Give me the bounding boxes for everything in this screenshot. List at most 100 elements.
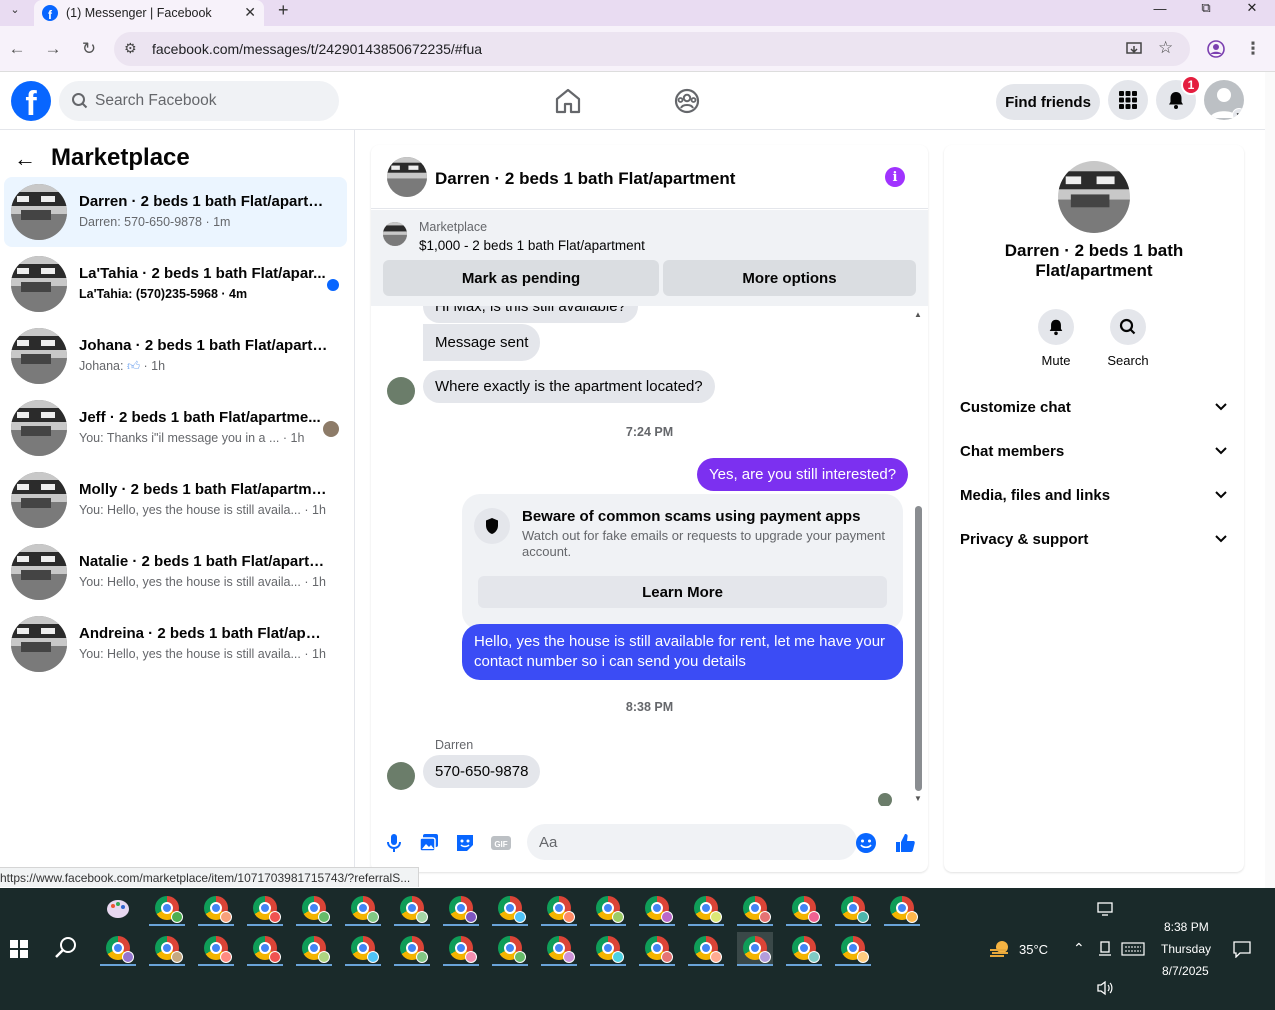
chrome-profile-icon[interactable] — [443, 932, 479, 966]
site-settings-icon[interactable]: ⚙ — [124, 40, 137, 57]
sticker-icon[interactable] — [454, 832, 476, 854]
facebook-logo-icon[interactable]: f — [11, 81, 51, 121]
learn-more-button[interactable]: Learn More — [478, 576, 887, 608]
emoji-icon[interactable] — [855, 832, 877, 854]
back-icon[interactable]: ← — [6, 38, 28, 60]
message-scrollbar[interactable]: ▲ ▼ — [912, 306, 924, 806]
bookmark-star-icon[interactable]: ☆ — [1158, 38, 1173, 58]
customize-chat-section[interactable]: Customize chat — [952, 389, 1236, 425]
conversation-title[interactable]: Darren · 2 beds 1 bath Flat/apartment — [435, 169, 735, 189]
chat-item[interactable]: Molly · 2 beds 1 bath Flat/apartment You… — [4, 465, 347, 535]
menu-grid-button[interactable] — [1108, 80, 1148, 120]
chrome-profile-icon[interactable] — [296, 932, 332, 966]
minimize-icon[interactable]: — — [1140, 0, 1180, 16]
privacy-support-section[interactable]: Privacy & support — [952, 521, 1236, 557]
chrome-profile-icon[interactable] — [345, 932, 381, 966]
listing-title[interactable]: $1,000 - 2 beds 1 bath Flat/apartment — [419, 238, 645, 253]
close-tab-icon[interactable]: ✕ — [244, 4, 256, 21]
clock-day[interactable]: Thursday — [1161, 942, 1211, 956]
tab-search-chevron-icon[interactable]: ⌄ — [4, 0, 26, 18]
chrome-profile-icon[interactable] — [688, 892, 724, 926]
chrome-profile-icon[interactable] — [443, 892, 479, 926]
clock-time[interactable]: 8:38 PM — [1164, 920, 1209, 934]
chat-item[interactable]: Johana · 2 beds 1 bath Flat/apartm... Jo… — [4, 321, 347, 391]
facebook-search[interactable] — [59, 81, 339, 121]
chrome-profile-icon[interactable] — [639, 932, 675, 966]
keyboard-icon[interactable] — [1121, 942, 1145, 956]
back-arrow-icon[interactable]: ← — [14, 146, 36, 172]
chrome-profile-icon[interactable] — [688, 932, 724, 966]
chrome-profile-icon[interactable] — [247, 892, 283, 926]
chrome-profile-icon[interactable] — [394, 892, 430, 926]
weather-haze-icon[interactable] — [988, 939, 1012, 959]
chrome-profile-icon[interactable] — [884, 892, 920, 926]
photo-icon[interactable] — [418, 832, 440, 854]
weather-temperature[interactable]: 35°C — [1019, 942, 1048, 957]
chrome-profile-icon[interactable] — [639, 892, 675, 926]
chat-item[interactable]: Andreina · 2 beds 1 bath Flat/apart... Y… — [4, 609, 347, 679]
touch-keyboard-icon[interactable] — [1098, 941, 1112, 957]
mark-as-pending-button[interactable]: Mark as pending — [383, 260, 659, 296]
search-icon[interactable] — [54, 936, 78, 960]
thumbs-up-icon[interactable] — [894, 832, 916, 854]
chrome-profile-icon[interactable] — [835, 932, 871, 966]
media-files-links-section[interactable]: Media, files and links — [952, 477, 1236, 513]
chat-item[interactable]: Darren · 2 beds 1 bath Flat/apartm... Da… — [4, 177, 347, 247]
volume-icon[interactable] — [1096, 980, 1114, 996]
chat-members-section[interactable]: Chat members — [952, 433, 1236, 469]
chrome-profile-icon[interactable] — [492, 892, 528, 926]
reload-icon[interactable]: ↻ — [78, 38, 100, 60]
message-input[interactable] — [527, 824, 857, 860]
chrome-profile-icon[interactable] — [296, 892, 332, 926]
close-window-icon[interactable]: ✕ — [1232, 0, 1272, 16]
chrome-profile-icon[interactable] — [394, 932, 430, 966]
microphone-icon[interactable] — [383, 832, 405, 854]
conversation-thumbnail[interactable] — [387, 157, 427, 197]
scroll-down-icon[interactable]: ▼ — [914, 794, 922, 803]
chrome-profile-icon[interactable] — [737, 892, 773, 926]
gif-icon[interactable]: GIF — [490, 832, 512, 854]
page-scrollbar[interactable] — [1265, 72, 1275, 888]
find-friends-button[interactable]: Find friends — [996, 84, 1100, 120]
url-text[interactable]: facebook.com/messages/t/2429014385067223… — [152, 41, 482, 57]
chrome-profile-icon[interactable] — [100, 932, 136, 966]
chrome-profile-icon[interactable] — [541, 892, 577, 926]
browser-tab[interactable]: f (1) Messenger | Facebook ✕ — [34, 0, 264, 26]
chevron-up-icon[interactable]: ⌃ — [1073, 940, 1085, 957]
forward-icon[interactable]: → — [42, 38, 64, 60]
account-avatar[interactable]: ▼ — [1204, 80, 1244, 120]
search-input[interactable] — [95, 81, 325, 121]
chrome-profile-icon[interactable] — [786, 892, 822, 926]
chrome-profile-icon[interactable] — [590, 892, 626, 926]
chrome-profile-icon[interactable] — [198, 932, 234, 966]
chrome-profile-icon[interactable] — [149, 932, 185, 966]
paint-app-icon[interactable] — [100, 892, 136, 926]
url-field[interactable]: ⚙ facebook.com/messages/t/24290143850672… — [114, 32, 1190, 66]
home-icon[interactable] — [553, 86, 583, 116]
listing-thumbnail[interactable] — [383, 222, 407, 246]
info-icon[interactable]: i — [885, 167, 905, 187]
chrome-profile-icon[interactable] — [541, 932, 577, 966]
chat-item[interactable]: Natalie · 2 beds 1 bath Flat/apartm... Y… — [4, 537, 347, 607]
notification-center-icon[interactable] — [1233, 940, 1251, 958]
clock-date[interactable]: 8/7/2025 — [1162, 964, 1209, 978]
chat-item[interactable]: Jeff · 2 beds 1 bath Flat/apartme... You… — [4, 393, 347, 463]
chrome-profile-icon[interactable] — [247, 932, 283, 966]
groups-icon[interactable] — [672, 86, 702, 116]
install-app-icon[interactable] — [1126, 41, 1142, 57]
profile-icon[interactable] — [1207, 40, 1225, 58]
chrome-profile-icon[interactable] — [149, 892, 185, 926]
chat-item[interactable]: La'Tahia · 2 beds 1 bath Flat/apar... La… — [4, 249, 347, 319]
chrome-profile-icon[interactable] — [786, 932, 822, 966]
chrome-profile-icon[interactable] — [590, 932, 626, 966]
new-tab-icon[interactable]: + — [278, 0, 289, 21]
windows-start-icon[interactable] — [10, 940, 28, 958]
chrome-profile-icon-active[interactable] — [737, 932, 773, 966]
more-options-button[interactable]: More options — [663, 260, 916, 296]
chrome-profile-icon[interactable] — [492, 932, 528, 966]
scroll-up-icon[interactable]: ▲ — [914, 310, 922, 319]
chrome-profile-icon[interactable] — [198, 892, 234, 926]
scroll-thumb[interactable] — [915, 506, 922, 791]
restore-icon[interactable]: ⧉ — [1186, 0, 1226, 16]
browser-menu-icon[interactable]: ⋮ — [1242, 38, 1264, 60]
